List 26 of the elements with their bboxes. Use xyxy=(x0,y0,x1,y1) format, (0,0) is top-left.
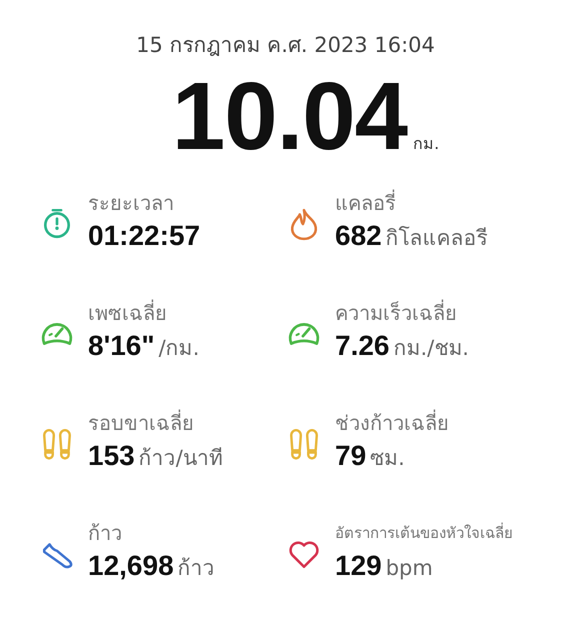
stat-label: ความเร็วเฉลี่ย xyxy=(335,299,458,327)
stat-unit: ก้าว/นาที xyxy=(138,445,223,472)
distance-value: 10.04 xyxy=(172,67,408,168)
workout-date: 15 กรกฎาคม ค.ศ. 2023 16:04 xyxy=(136,32,435,59)
stat-unit: กิโลแคลอรี xyxy=(386,225,488,252)
stat-unit: /กม. xyxy=(158,335,200,362)
stat-unit: ก้าว xyxy=(178,555,215,582)
stat-value: 12,698 xyxy=(88,549,174,583)
stat-value: 79 xyxy=(335,439,366,473)
stat-label: ช่วงก้าวเฉลี่ย xyxy=(335,409,449,437)
stat-unit: กม./ชม. xyxy=(394,335,469,362)
stat-unit: bpm xyxy=(386,556,433,580)
stat-value: 01:22:57 xyxy=(88,219,200,253)
stat-unit: ซม. xyxy=(370,445,405,472)
stat-value: 7.26 xyxy=(335,329,390,363)
stat-value: 153 xyxy=(88,439,135,473)
stat-value: 8'16" xyxy=(88,329,155,363)
distance-unit: กม. xyxy=(413,133,440,155)
stat-value: 129 xyxy=(335,549,382,583)
stat-label: เพซเฉลี่ย xyxy=(88,299,168,327)
stat-value: 682 xyxy=(335,219,382,253)
stat-label: ก้าว xyxy=(88,520,123,547)
stat-label: รอบขาเฉลี่ย xyxy=(88,409,195,437)
stat-label: แคลอรี่ xyxy=(335,189,397,217)
stat-label: อัตราการเต้นของหัวใจเฉลี่ย xyxy=(335,522,513,544)
stat-label: ระยะเวลา xyxy=(88,190,175,217)
